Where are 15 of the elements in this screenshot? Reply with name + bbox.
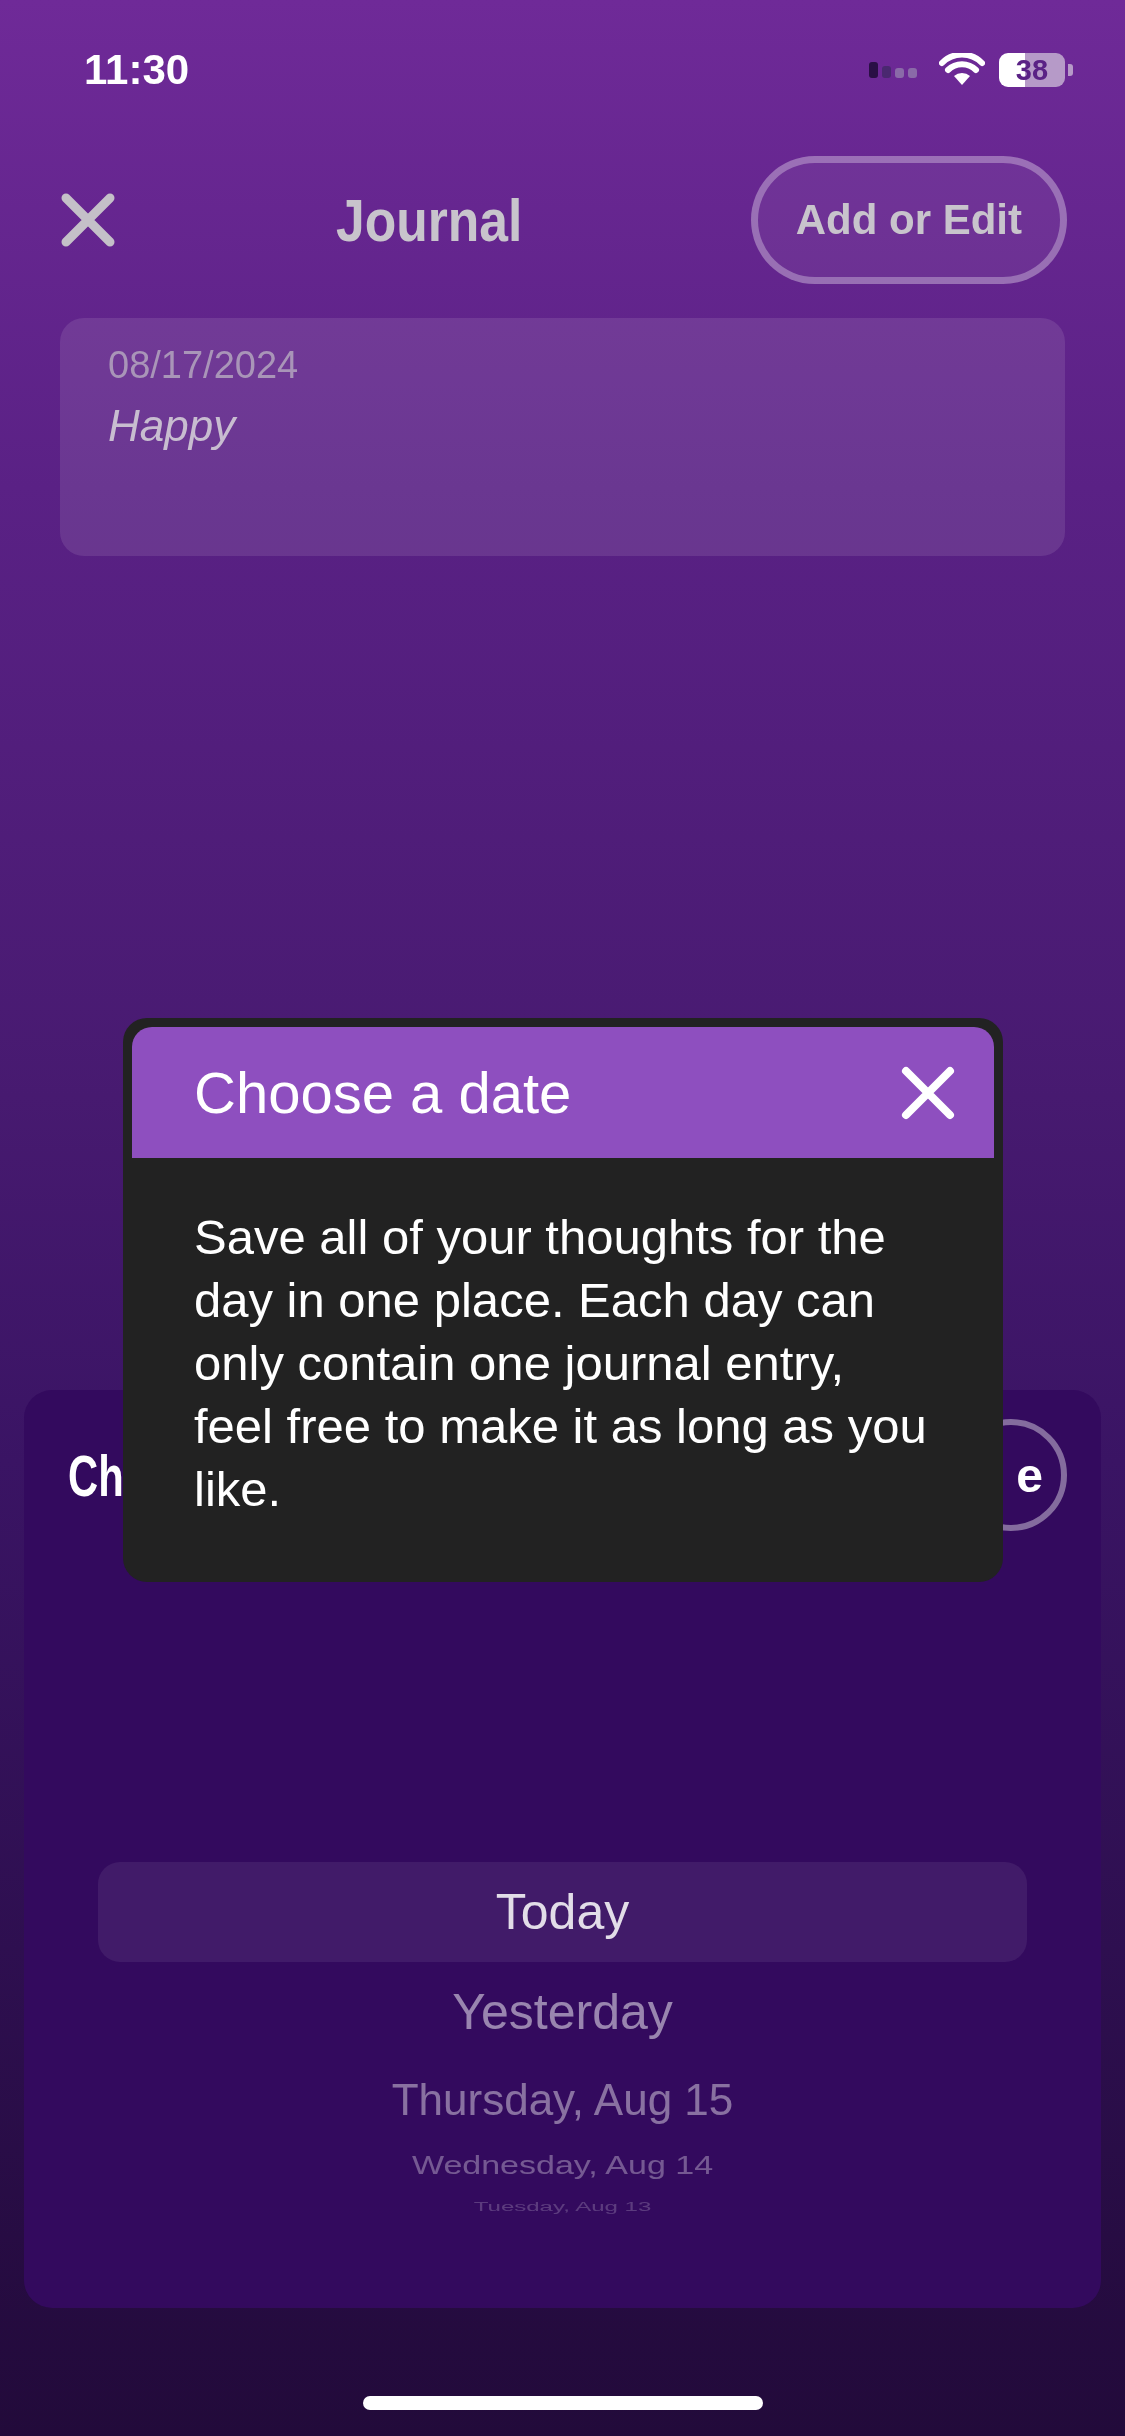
popup-text: Save all of your thoughts for the day in one place. Each day can only contain one journal entry, feel free to make it as long as you like.	[193, 1209, 928, 1518]
close-button[interactable]	[900, 1064, 956, 1121]
add-or-edit-button[interactable]: Add or Edit	[750, 156, 1067, 284]
date-option[interactable]: Wednesday, Aug 14	[98, 2138, 1027, 2192]
sheet-title: Ch	[68, 1441, 124, 1509]
date-option[interactable]: Thursday, Aug 15	[98, 2062, 1027, 2138]
entry-date: 08/17/2024	[108, 344, 299, 387]
wifi-icon	[939, 53, 985, 87]
popup-title: Choose a date	[194, 1059, 572, 1126]
date-option[interactable]: Today	[98, 1862, 1027, 1962]
page-title: Journal	[336, 185, 523, 255]
date-option[interactable]: Yesterday	[98, 1962, 1027, 2062]
journal-entry-card[interactable]: 08/17/2024 Happy	[60, 318, 1065, 556]
status-time: 11:30	[84, 46, 190, 94]
entry-text: Happy	[108, 401, 236, 451]
